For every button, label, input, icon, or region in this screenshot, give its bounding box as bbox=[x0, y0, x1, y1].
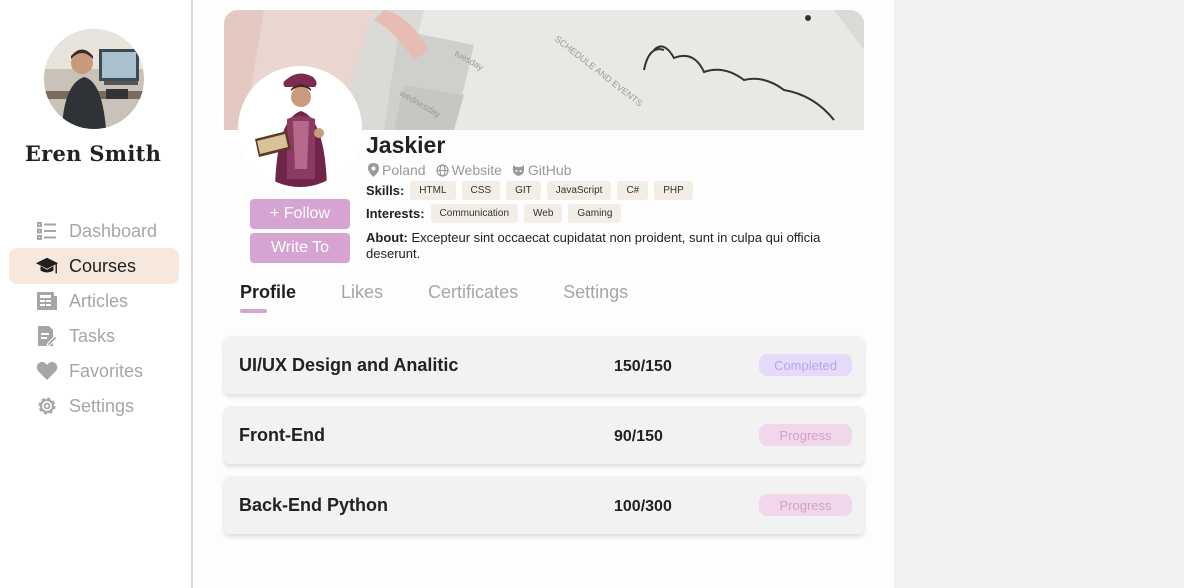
skills-row: Skills: HTML CSS GIT JavaScript C# PHP bbox=[366, 181, 699, 200]
sidebar-item-label: Courses bbox=[69, 255, 137, 276]
interests-label: Interests: bbox=[366, 206, 425, 221]
skill-tag[interactable]: PHP bbox=[654, 181, 693, 200]
tab-settings[interactable]: Settings bbox=[563, 282, 628, 311]
sidebar-item-articles[interactable]: Articles bbox=[9, 283, 179, 319]
course-progress: 90/150 bbox=[614, 428, 663, 445]
status-badge: Progress bbox=[759, 494, 852, 516]
sidebar-item-dashboard[interactable]: Dashboard bbox=[9, 213, 179, 249]
graduation-cap-icon bbox=[35, 254, 59, 278]
course-progress: 100/300 bbox=[614, 498, 672, 515]
tab-certificates[interactable]: Certificates bbox=[428, 282, 518, 311]
location-text: Poland bbox=[382, 162, 426, 178]
tab-profile[interactable]: Profile bbox=[240, 282, 296, 313]
interest-tag[interactable]: Web bbox=[524, 204, 563, 223]
avatar[interactable] bbox=[44, 29, 144, 129]
sidebar-item-settings[interactable]: Settings bbox=[9, 388, 179, 424]
course-card[interactable]: Front-End 90/150 Progress bbox=[224, 406, 864, 464]
github-icon bbox=[512, 164, 525, 176]
sidebar-nav: Dashboard Courses Articles Tasks Favorit… bbox=[9, 213, 179, 423]
interest-tag[interactable]: Gaming bbox=[568, 204, 622, 223]
task-edit-icon bbox=[35, 324, 59, 348]
skill-tag[interactable]: HTML bbox=[410, 181, 456, 200]
interests-row: Interests: Communication Web Gaming bbox=[366, 204, 627, 223]
sidebar: Eren Smith Dashboard Courses Articles Ta… bbox=[0, 0, 193, 588]
about-section: About: Excepteur sint occaecat cupidatat… bbox=[366, 230, 836, 262]
status-badge: Completed bbox=[759, 354, 852, 376]
skill-tag[interactable]: GIT bbox=[506, 181, 541, 200]
website-link[interactable]: Website bbox=[435, 162, 502, 178]
status-badge: Progress bbox=[759, 424, 852, 446]
sidebar-item-label: Articles bbox=[69, 290, 129, 311]
tab-likes[interactable]: Likes bbox=[341, 282, 383, 311]
user-name: Eren Smith bbox=[24, 141, 162, 166]
right-panel bbox=[894, 0, 1184, 588]
github-text: GitHub bbox=[527, 162, 572, 178]
location-pin-icon bbox=[368, 163, 379, 177]
globe-icon bbox=[435, 163, 449, 177]
course-name: Front-End bbox=[239, 424, 325, 445]
profile-links: Poland Website GitHub bbox=[368, 162, 582, 178]
heart-icon bbox=[35, 359, 59, 383]
course-progress: 150/150 bbox=[614, 358, 672, 375]
main-content: SCHEDULE AND EVENTS tuesday wednesday + … bbox=[195, 0, 894, 588]
website-text: Website bbox=[451, 162, 502, 178]
write-to-button[interactable]: Write To bbox=[250, 233, 350, 263]
skill-tag[interactable]: C# bbox=[617, 181, 649, 200]
about-label: About: bbox=[366, 230, 408, 245]
list-icon bbox=[35, 219, 59, 243]
sidebar-item-tasks[interactable]: Tasks bbox=[9, 318, 179, 354]
newspaper-icon bbox=[35, 289, 59, 313]
skill-tag[interactable]: JavaScript bbox=[546, 181, 612, 200]
follow-button[interactable]: + Follow bbox=[250, 199, 350, 229]
sidebar-item-favorites[interactable]: Favorites bbox=[9, 353, 179, 389]
location: Poland bbox=[368, 162, 426, 178]
sidebar-item-label: Dashboard bbox=[69, 220, 158, 241]
course-card[interactable]: Back-End Python 100/300 Progress bbox=[224, 476, 864, 534]
profile-picture[interactable] bbox=[241, 69, 359, 187]
skills-label: Skills: bbox=[366, 183, 405, 198]
profile-tabs: Profile Likes Certificates Settings bbox=[240, 282, 673, 313]
about-text: Excepteur sint occaecat cupidatat non pr… bbox=[366, 230, 821, 261]
sidebar-item-label: Favorites bbox=[69, 360, 144, 381]
interest-tag[interactable]: Communication bbox=[430, 204, 519, 223]
profile-name: Jaskier bbox=[366, 132, 446, 158]
sidebar-item-label: Settings bbox=[69, 395, 135, 416]
sidebar-item-label: Tasks bbox=[69, 325, 116, 346]
course-name: UI/UX Design and Analitic bbox=[239, 354, 459, 375]
course-card[interactable]: UI/UX Design and Analitic 150/150 Comple… bbox=[224, 336, 864, 394]
course-name: Back-End Python bbox=[239, 494, 389, 515]
sidebar-item-courses[interactable]: Courses bbox=[9, 248, 179, 284]
gear-icon bbox=[35, 394, 59, 418]
github-link[interactable]: GitHub bbox=[512, 162, 572, 178]
skill-tag[interactable]: CSS bbox=[461, 181, 501, 200]
